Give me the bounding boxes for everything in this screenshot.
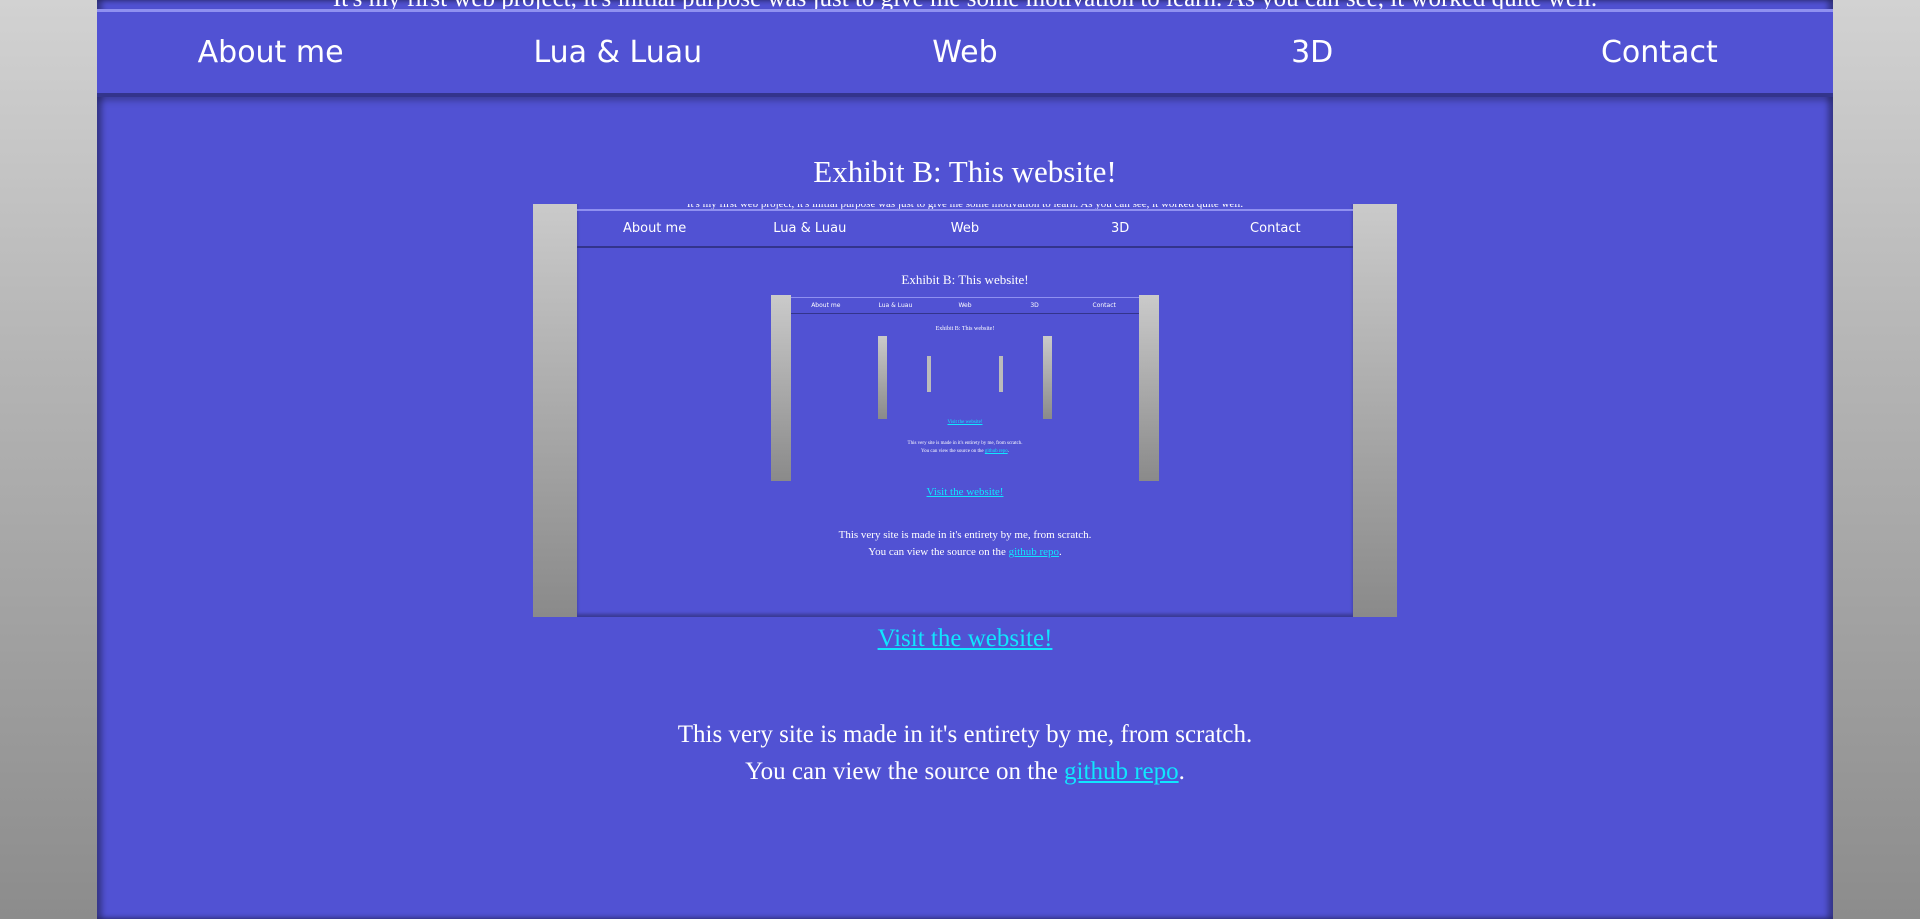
visit-website-link[interactable]: Visit the website! <box>97 625 1833 653</box>
main-navbar: About me Lua & Luau Web 3D Contact <box>97 9 1833 97</box>
nav-item-about-me[interactable]: About me <box>97 35 444 70</box>
nested-title: Exhibit B: This website! <box>935 326 995 332</box>
exhibit-description: This very site is made in it's entirety … <box>97 716 1833 790</box>
screenshot-nav-contact: Contact <box>1250 221 1301 236</box>
screenshot-title: Exhibit B: This website! <box>901 272 1029 287</box>
nested-description-suffix: . <box>1007 449 1009 454</box>
nested-nav-contact: Contact <box>1092 302 1116 309</box>
screenshot-description-suffix: . <box>1059 546 1062 558</box>
description-line1: This very site is made in it's entirety … <box>677 721 1253 748</box>
screenshot-navbar: About me Lua & Luau Web 3D Contact <box>577 209 1353 248</box>
screenshot-description-prefix: You can view the source on the <box>868 546 1009 558</box>
screenshot-visit-link: Visit the website! <box>926 486 1004 498</box>
description-suffix: . <box>1178 758 1185 785</box>
deep-nested-screenshot <box>878 336 1052 419</box>
nested-navbar: About me Lua & Luau Web 3D Contact <box>791 297 1139 314</box>
description-prefix: You can view the source on the <box>745 758 1065 785</box>
nav-item-lua-luau[interactable]: Lua & Luau <box>444 35 791 70</box>
nested-description: This very site is made in it's entirety … <box>791 440 1139 456</box>
website-screenshot: It's my first web project, it's initial … <box>533 204 1397 617</box>
nested-nav-about-me: About me <box>811 302 841 309</box>
screenshot-description-line2: You can view the source on the github re… <box>577 544 1353 561</box>
screenshot-nav-lua-luau: Lua & Luau <box>773 221 847 236</box>
screenshot-nav-web: Web <box>950 221 980 236</box>
nav-item-contact[interactable]: Contact <box>1486 35 1833 70</box>
nested-description-prefix: You can view the source on the <box>921 449 985 454</box>
page-content: It's my first web project, it's initial … <box>97 0 1833 919</box>
nested-visit-link: Visit the website! <box>947 420 983 425</box>
screenshot-nav-about-me: About me <box>622 221 687 236</box>
screenshot-content: It's my first web project, it's initial … <box>577 204 1353 617</box>
exhibit-title: Exhibit B: This website! <box>813 154 1117 189</box>
nav-item-web[interactable]: Web <box>791 35 1138 70</box>
nested-nav-web: Web <box>958 302 972 309</box>
screenshot-description-line1: This very site is made in it's entirety … <box>838 529 1092 541</box>
github-repo-link[interactable]: github repo <box>1064 758 1179 785</box>
screenshot-nav-3d: 3D <box>1111 221 1130 236</box>
nested-repo-link: github repo <box>984 449 1008 454</box>
nested-screenshot: About me Lua & Luau Web 3D Contact Exhib… <box>771 295 1159 481</box>
nested-nav-lua-luau: Lua & Luau <box>878 302 913 309</box>
nested-description-line1: This very site is made in it's entirety … <box>907 441 1023 446</box>
deep-nested-screenshot-content <box>887 336 1043 419</box>
screenshot-repo-link: github repo <box>1008 546 1059 558</box>
screenshot-description: This very site is made in it's entirety … <box>577 527 1353 561</box>
nested-screenshot-content: About me Lua & Luau Web 3D Contact Exhib… <box>791 295 1139 481</box>
description-line2: You can view the source on the github re… <box>97 753 1833 790</box>
nested-description-line2: You can view the source on the github re… <box>791 448 1139 456</box>
nav-item-3d[interactable]: 3D <box>1139 35 1486 70</box>
nested-nav-3d: 3D <box>1030 302 1039 309</box>
